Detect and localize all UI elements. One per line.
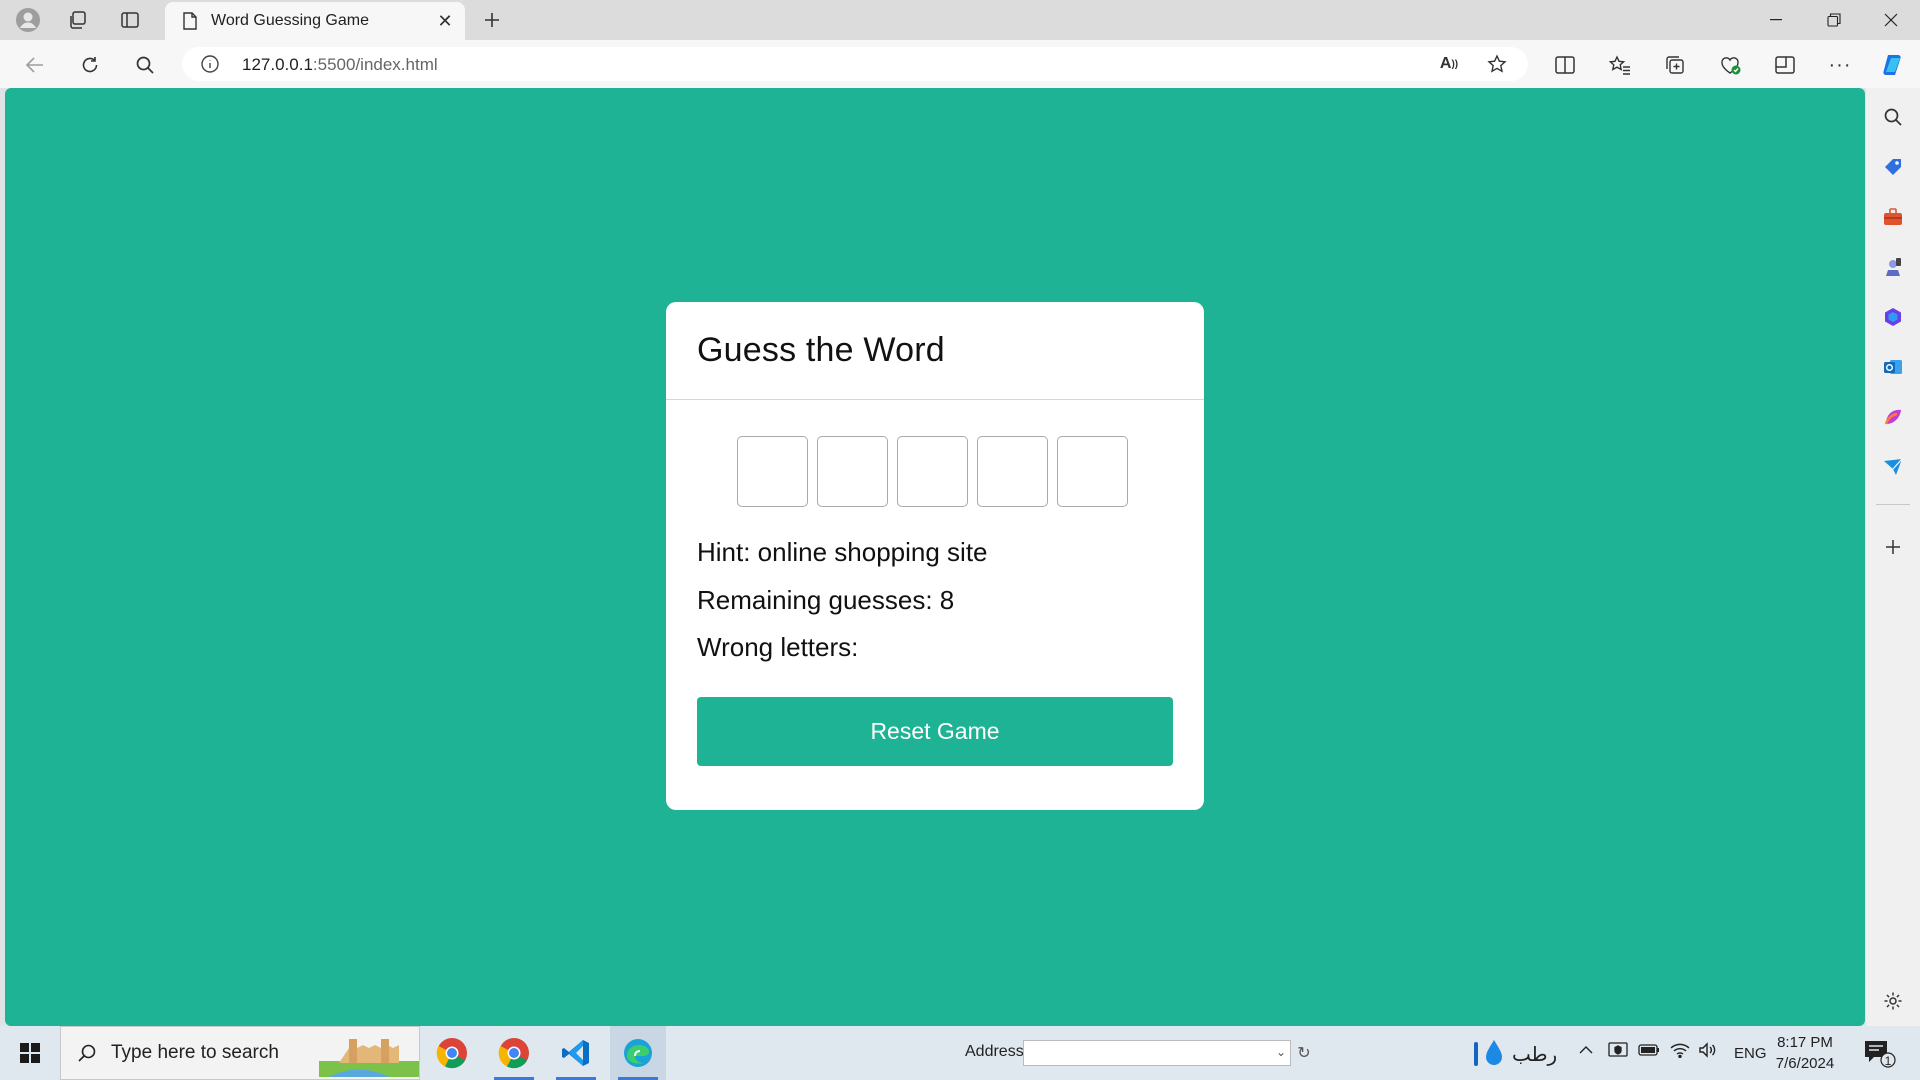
windows-start-icon[interactable]	[0, 1026, 60, 1080]
reset-game-button[interactable]: Reset Game	[697, 697, 1173, 766]
browser-toolbar: 127.0.0.1:5500/index.html A)) ···	[0, 40, 1920, 88]
profile-icon[interactable]	[14, 6, 42, 34]
close-window-icon[interactable]	[1863, 0, 1919, 40]
outlook-icon[interactable]	[1878, 352, 1908, 382]
office-icon[interactable]	[1878, 302, 1908, 332]
chrome-icon[interactable]	[424, 1026, 480, 1080]
designer-icon[interactable]	[1878, 402, 1908, 432]
weather-icon[interactable]	[1470, 1038, 1510, 1070]
game-title: Guess the Word	[697, 331, 945, 369]
clock-time: 8:17 PM	[1777, 1034, 1833, 1051]
letter-input[interactable]	[737, 436, 808, 507]
minimize-icon[interactable]	[1748, 0, 1804, 40]
favorite-star-icon[interactable]	[1482, 49, 1512, 79]
collections-icon[interactable]	[1660, 50, 1690, 80]
page-viewport: Guess the Word Hint: online shopping sit…	[5, 88, 1865, 1026]
battery-icon[interactable]	[1638, 1042, 1660, 1063]
chrome-profile-icon[interactable]	[486, 1026, 542, 1080]
browser-essentials-icon[interactable]	[1715, 50, 1745, 80]
browser-title-bar: Word Guessing Game ✕	[0, 0, 1920, 40]
taskbar-search[interactable]: Type here to search	[60, 1026, 420, 1080]
tab-actions-icon[interactable]	[116, 6, 144, 34]
copilot-icon[interactable]	[1878, 50, 1908, 80]
url-path: :5500/index.html	[312, 55, 438, 74]
tag-icon[interactable]	[1878, 152, 1908, 182]
close-tab-icon[interactable]: ✕	[431, 7, 459, 35]
taskbar-address-label: Address	[965, 1043, 1024, 1060]
weather-text: رطب	[1512, 1044, 1558, 1066]
document-icon	[179, 12, 201, 30]
wrong-letters: Wrong letters:	[697, 632, 859, 662]
back-icon[interactable]	[20, 50, 50, 80]
more-options-icon[interactable]: ···	[1825, 50, 1855, 80]
letter-inputs	[737, 436, 1128, 507]
favorites-icon[interactable]	[1605, 50, 1635, 80]
new-tab-icon[interactable]	[478, 6, 506, 34]
card-header: Guess the Word	[666, 302, 1204, 400]
search-icon[interactable]	[130, 50, 160, 80]
workspaces-icon[interactable]	[64, 6, 92, 34]
game-card: Guess the Word Hint: online shopping sit…	[666, 302, 1204, 810]
read-aloud-icon[interactable]: A))	[1434, 49, 1464, 79]
defender-icon[interactable]	[1608, 1042, 1628, 1065]
toolbox-icon[interactable]	[1878, 202, 1908, 232]
vscode-icon[interactable]	[548, 1026, 604, 1080]
hint-text: Hint: online shopping site	[697, 537, 988, 567]
refresh-icon[interactable]	[75, 50, 105, 80]
games-icon[interactable]	[1878, 252, 1908, 282]
notification-count: 1	[1884, 1054, 1892, 1068]
address-bar[interactable]: 127.0.0.1:5500/index.html A))	[182, 47, 1528, 81]
tab-word-guessing-game[interactable]: Word Guessing Game ✕	[165, 2, 465, 40]
notifications-icon[interactable]: 1	[1862, 1038, 1898, 1068]
wifi-icon[interactable]	[1670, 1042, 1690, 1063]
sidebar-search-icon[interactable]	[1878, 102, 1908, 132]
refresh-icon[interactable]: ↻	[1294, 1040, 1314, 1066]
language-indicator[interactable]: ENG	[1734, 1045, 1767, 1062]
tab-title: Word Guessing Game	[211, 12, 369, 29]
site-info-icon[interactable]	[200, 54, 220, 74]
taskbar-address-input[interactable]: ⌄	[1023, 1040, 1291, 1066]
sidebar-divider	[1876, 504, 1910, 505]
search-icon	[77, 1043, 97, 1063]
letter-input[interactable]	[817, 436, 888, 507]
remaining-guesses: Remaining guesses: 8	[697, 585, 955, 615]
settings-icon[interactable]	[1878, 986, 1908, 1016]
chevron-down-icon[interactable]: ⌄	[1276, 1045, 1286, 1059]
edge-icon[interactable]	[610, 1026, 666, 1080]
letter-input[interactable]	[897, 436, 968, 507]
edge-sidebar	[1866, 88, 1920, 1026]
volume-icon[interactable]	[1698, 1042, 1718, 1063]
add-icon[interactable]	[1878, 532, 1908, 562]
url-text[interactable]: 127.0.0.1:5500/index.html	[242, 55, 438, 75]
split-screen-icon[interactable]	[1550, 50, 1580, 80]
letter-input[interactable]	[977, 436, 1048, 507]
restore-icon[interactable]	[1806, 0, 1862, 40]
screenshot-icon[interactable]	[1770, 50, 1800, 80]
windows-taskbar: Type here to search Address ⌄ ↻ رطب ENG …	[0, 1026, 1920, 1080]
show-hidden-icons-icon[interactable]	[1578, 1042, 1594, 1063]
clock-date: 7/6/2024	[1775, 1055, 1835, 1072]
castle-illustration-icon	[319, 1031, 419, 1077]
letter-input[interactable]	[1057, 436, 1128, 507]
send-icon[interactable]	[1878, 452, 1908, 482]
url-host: 127.0.0.1	[242, 55, 313, 74]
search-placeholder: Type here to search	[111, 1042, 279, 1063]
clock[interactable]: 8:17 PM 7/6/2024	[1770, 1032, 1840, 1074]
